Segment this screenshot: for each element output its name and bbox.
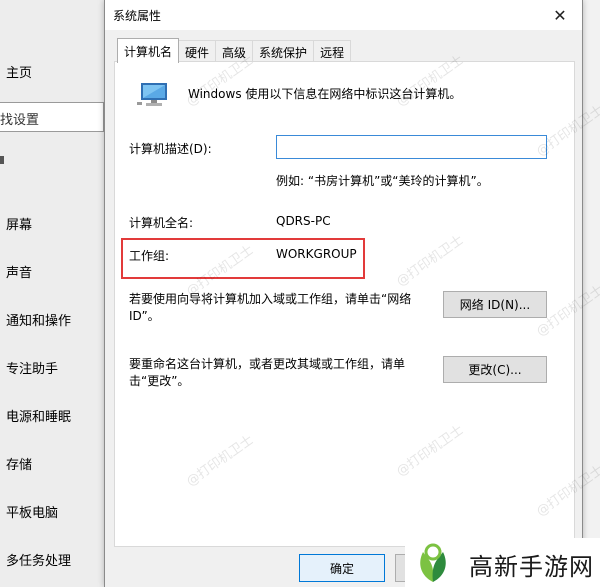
- tab-remote[interactable]: 远程: [313, 40, 352, 62]
- settings-nav-item[interactable]: 存储: [6, 454, 32, 473]
- settings-nav-item[interactable]: 声音: [6, 262, 32, 281]
- system-properties-dialog: 系统属性 ✕ 计算机名 硬件 高级 系统保护 远程 Windows 使用以下信息…: [104, 0, 583, 587]
- rename-text: 要重命名这台计算机，或者更改其域或工作组，请单击“更改”。: [129, 357, 406, 388]
- close-icon: ✕: [553, 5, 567, 25]
- dialog-titlebar[interactable]: 系统属性 ✕: [105, 0, 582, 30]
- change-button[interactable]: 更改(C)...: [443, 356, 547, 383]
- brand-logo: 高新手游网: [405, 538, 600, 587]
- close-button[interactable]: ✕: [538, 0, 582, 30]
- tab-hardware[interactable]: 硬件: [178, 40, 217, 62]
- settings-nav-item[interactable]: 屏幕: [6, 214, 32, 233]
- settings-home-link[interactable]: 主页: [6, 62, 32, 81]
- tab-computer-name[interactable]: 计算机名: [117, 38, 180, 63]
- brand-name: 高新手游网: [469, 553, 594, 581]
- settings-nav-item[interactable]: 平板电脑: [6, 502, 58, 521]
- ok-button[interactable]: 确定: [299, 554, 385, 582]
- workgroup-value: WORKGROUP: [276, 247, 357, 261]
- tab-system-protection[interactable]: 系统保护: [252, 40, 315, 62]
- settings-nav-item[interactable]: 专注助手: [6, 358, 58, 377]
- settings-nav-item[interactable]: 多任务处理: [6, 550, 71, 569]
- description-input[interactable]: [276, 135, 547, 159]
- description-example: 例如: “书房计算机”或“美玲的计算机”。: [276, 174, 489, 188]
- leaf-logo-icon: [420, 543, 446, 582]
- settings-nav-item[interactable]: 通知和操作: [6, 310, 71, 329]
- network-id-text: 若要使用向导将计算机加入域或工作组，请单击“网络 ID”。: [129, 292, 412, 323]
- dialog-title: 系统属性: [113, 9, 162, 23]
- settings-section-glyph: [0, 156, 4, 164]
- description-label: 计算机描述(D):: [129, 142, 212, 156]
- full-name-value: QDRS-PC: [276, 214, 331, 228]
- full-name-label: 计算机全名:: [129, 216, 194, 230]
- workgroup-label: 工作组:: [129, 249, 170, 263]
- settings-search-input[interactable]: 找设置: [0, 102, 104, 132]
- settings-sidebar: 主页 找设置 屏幕 声音 通知和操作 专注助手 电源和睡眠 存储 平板电脑 多任…: [0, 0, 104, 587]
- computer-icon: [137, 83, 167, 106]
- settings-nav-item[interactable]: 电源和睡眠: [6, 406, 71, 425]
- network-id-button[interactable]: 网络 ID(N)...: [443, 291, 547, 318]
